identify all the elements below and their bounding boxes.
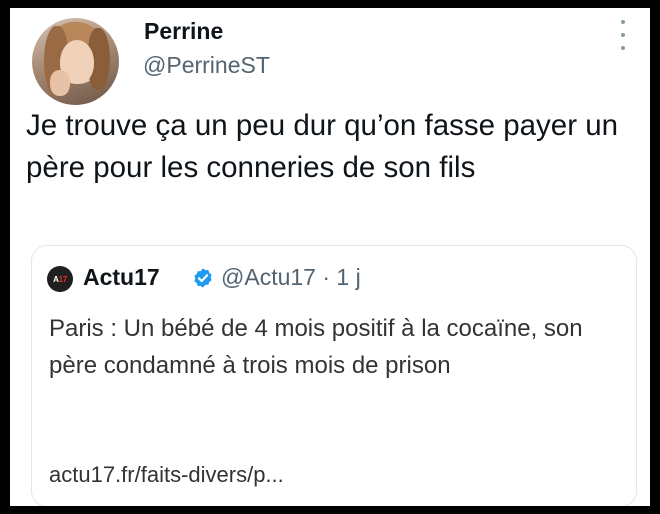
more-dot (621, 46, 625, 50)
author-name[interactable]: Perrine (144, 18, 223, 45)
logo-number: 17 (58, 274, 68, 284)
quoted-link[interactable]: actu17.fr/faits-divers/p... (49, 462, 284, 488)
avatar-hand (50, 70, 70, 96)
quoted-author-name[interactable]: Actu17 (83, 264, 160, 291)
more-dot (621, 20, 625, 24)
more-vertical-icon[interactable] (618, 20, 628, 50)
author-avatar[interactable] (32, 18, 119, 105)
tweet-card[interactable]: Perrine @PerrineST Je trouve ça un peu d… (10, 8, 650, 506)
actu17-logo-icon[interactable]: A 17 (47, 266, 73, 292)
more-dot (621, 33, 625, 37)
tweet-text: Je trouve ça un peu dur qu’on fasse paye… (26, 109, 619, 184)
quoted-text: Paris : Un bébé de 4 mois positif à la c… (49, 315, 583, 379)
quoted-tweet[interactable]: A 17 Actu17 @Actu17 · 1 j Paris : Un bébé… (31, 245, 637, 506)
quoted-handle-time[interactable]: @Actu17 · 1 j (221, 264, 361, 291)
verified-badge-icon (194, 268, 212, 288)
author-handle[interactable]: @PerrineST (143, 52, 270, 79)
